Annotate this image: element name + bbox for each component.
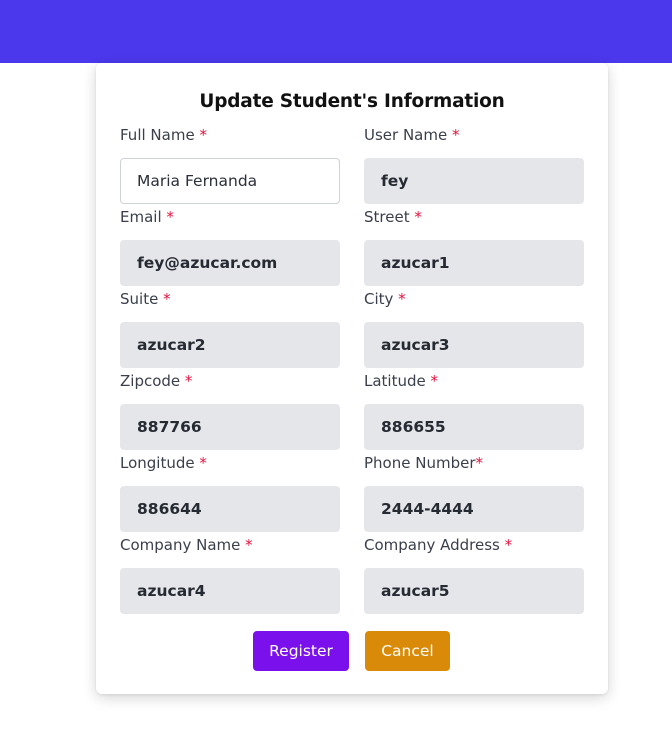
suite-input[interactable] [120,322,340,368]
zipcode-field-group: Zipcode * [120,372,340,450]
required-marker: * [451,126,460,144]
company-name-label: Company Name * [120,536,253,554]
required-marker: * [398,290,406,308]
company-address-label: Company Address * [364,536,513,554]
user-name-input[interactable] [364,158,584,204]
form-title: Update Student's Information [199,91,505,112]
latitude-field-group: Latitude * [364,372,584,450]
email-label: Email * [120,208,174,226]
city-field-group: City * [364,290,584,368]
longitude-field-group: Longitude * [120,454,340,532]
city-input[interactable] [364,322,584,368]
user-name-field-group: User Name * [364,126,584,204]
suite-label: Suite * [120,290,171,308]
required-marker: * [414,208,422,226]
zipcode-input[interactable] [120,404,340,450]
street-input[interactable] [364,240,584,286]
header-bar [0,0,672,63]
required-marker: * [430,372,439,390]
required-marker: * [166,208,174,226]
latitude-label: Latitude * [364,372,439,390]
update-student-form: Update Student's Information Full Name *… [96,63,608,694]
cancel-button[interactable]: Cancel [365,631,450,671]
email-input[interactable] [120,240,340,286]
street-label: Street * [364,208,422,226]
company-address-input[interactable] [364,568,584,614]
required-marker: * [199,454,207,472]
street-field-group: Street * [364,208,584,286]
company-name-input[interactable] [120,568,340,614]
full-name-field-group: Full Name * [120,126,340,204]
required-marker: * [184,372,193,390]
full-name-label: Full Name * [120,126,207,144]
required-marker: * [163,290,171,308]
longitude-input[interactable] [120,486,340,532]
phone-number-input[interactable] [364,486,584,532]
full-name-input[interactable] [120,158,340,204]
company-address-field-group: Company Address * [364,536,584,614]
user-name-label: User Name * [364,126,460,144]
register-button[interactable]: Register [253,631,349,671]
phone-number-label: Phone Number* [364,454,484,472]
company-name-field-group: Company Name * [120,536,340,614]
latitude-input[interactable] [364,404,584,450]
city-label: City * [364,290,406,308]
required-marker: * [245,536,253,554]
required-marker: * [475,454,484,472]
longitude-label: Longitude * [120,454,207,472]
phone-number-field-group: Phone Number* [364,454,584,532]
required-marker: * [199,126,207,144]
suite-field-group: Suite * [120,290,340,368]
email-field-group: Email * [120,208,340,286]
zipcode-label: Zipcode * [120,372,193,390]
required-marker: * [504,536,513,554]
